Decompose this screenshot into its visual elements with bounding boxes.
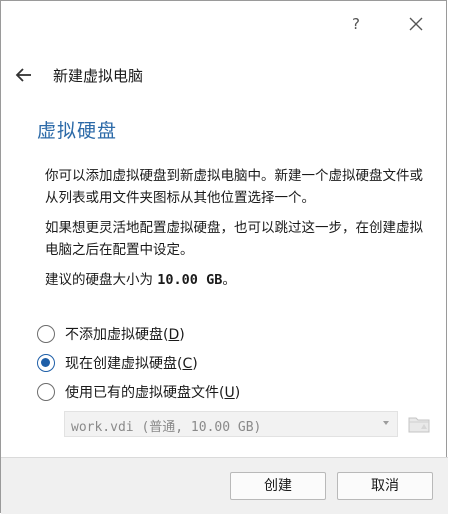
option-no-disk-label[interactable]: 不添加虚拟硬盘(D) xyxy=(65,324,185,344)
button-bar: 创建 取消 xyxy=(1,457,448,514)
option-create-disk-label[interactable]: 现在创建虚拟硬盘(C) xyxy=(65,353,198,373)
close-icon xyxy=(409,17,423,31)
wizard-title: 新建虚拟电脑 xyxy=(53,67,144,85)
cancel-button[interactable]: 取消 xyxy=(337,472,433,500)
radio-existing-disk[interactable] xyxy=(37,383,55,401)
page-heading: 虚拟硬盘 xyxy=(37,120,118,142)
close-button[interactable] xyxy=(405,13,427,35)
arrow-left-icon xyxy=(15,68,31,82)
option-existing-disk[interactable]: 使用已有的虚拟硬盘文件(U) xyxy=(37,380,240,404)
create-button[interactable]: 创建 xyxy=(230,472,326,500)
folder-icon xyxy=(408,417,430,433)
skip-hint-paragraph: 如果想更灵活地配置虚拟硬盘，也可以跳过这一步，在创建虚拟电脑之后在配置中设定。 xyxy=(45,220,423,258)
option-existing-disk-label[interactable]: 使用已有的虚拟硬盘文件(U) xyxy=(65,382,240,402)
size-suffix: 。 xyxy=(222,272,236,288)
wizard-nav: 新建虚拟电脑 xyxy=(1,57,448,93)
new-vm-dialog: ? 新建虚拟电脑 虚拟硬盘 你可以添加虚拟硬盘到新虚拟电脑中。新建一个虚拟硬盘文… xyxy=(0,0,448,514)
titlebar: ? xyxy=(1,1,448,45)
option-create-disk[interactable]: 现在创建虚拟硬盘(C) xyxy=(37,351,198,375)
radio-create-disk[interactable] xyxy=(37,354,55,372)
choose-disk-file-button[interactable] xyxy=(407,412,431,436)
back-button[interactable] xyxy=(13,64,35,86)
existing-disk-select[interactable]: work.vdi (普通, 10.00 GB) xyxy=(64,411,398,437)
radio-no-disk[interactable] xyxy=(37,325,55,343)
help-button[interactable]: ? xyxy=(345,13,367,35)
option-no-disk[interactable]: 不添加虚拟硬盘(D) xyxy=(37,322,185,346)
existing-disk-value: work.vdi (普通, 10.00 GB) xyxy=(71,420,262,435)
recommended-size-text: 建议的硬盘大小为 10.00 GB。 xyxy=(45,269,435,291)
size-prefix: 建议的硬盘大小为 xyxy=(45,272,158,288)
chevron-down-icon xyxy=(383,421,389,425)
intro-paragraph: 你可以添加虚拟硬盘到新虚拟电脑中。新建一个虚拟硬盘文件或从列表或用文件夹图标从其… xyxy=(45,168,423,206)
size-value: 10.00 GB xyxy=(157,272,223,288)
